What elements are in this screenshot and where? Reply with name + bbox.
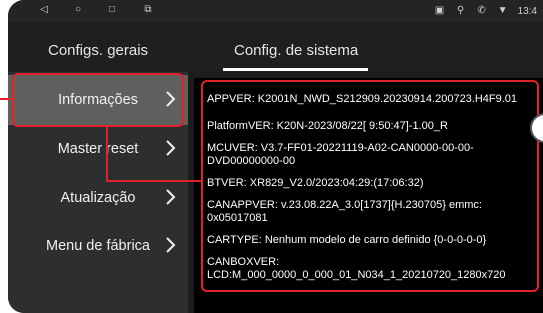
sidebar-item-label: Atualização: [60, 190, 136, 206]
sidebar-item-label: Master reset: [57, 141, 139, 157]
back-icon[interactable]: ◁: [38, 3, 50, 17]
screen-mirror-icon[interactable]: ⧉: [140, 3, 156, 17]
highlight-box-information: [12, 73, 184, 127]
sidebar-item-label: Menu de fábrica: [46, 238, 150, 254]
head-unit-screen: ◁ ○ □ ⧉ ▣ ⚲ ✆ ▼ 13:4 Configs. gerais Con…: [8, 0, 543, 313]
chevron-right-icon: [166, 140, 176, 156]
chevron-right-icon: [166, 189, 176, 205]
callout-pointer: [0, 98, 12, 100]
chevron-right-icon: [166, 237, 176, 253]
recent-apps-icon[interactable]: □: [106, 3, 118, 17]
tab-bar: Configs. gerais Config. de sistema: [8, 22, 543, 72]
clock: 13:4: [517, 5, 537, 17]
highlight-box-info-panel: [201, 80, 539, 292]
active-tab-indicator: [223, 68, 368, 71]
sidebar-item-master-reset[interactable]: Master reset: [8, 124, 188, 174]
home-icon[interactable]: ○: [72, 3, 84, 17]
tab-system-settings[interactable]: Config. de sistema: [234, 42, 358, 59]
tab-general-settings[interactable]: Configs. gerais: [48, 42, 148, 59]
callout-connector-vertical: [106, 127, 108, 182]
sim-icon: ▣: [434, 5, 445, 16]
wifi-icon: ▼: [497, 5, 508, 16]
location-icon: ⚲: [456, 5, 465, 16]
callout-connector-horizontal: [106, 180, 203, 182]
phone-icon: ✆: [477, 5, 486, 16]
status-bar: ◁ ○ □ ⧉ ▣ ⚲ ✆ ▼ 13:4: [8, 0, 543, 22]
sidebar-item-factory-menu[interactable]: Menu de fábrica: [8, 221, 188, 271]
